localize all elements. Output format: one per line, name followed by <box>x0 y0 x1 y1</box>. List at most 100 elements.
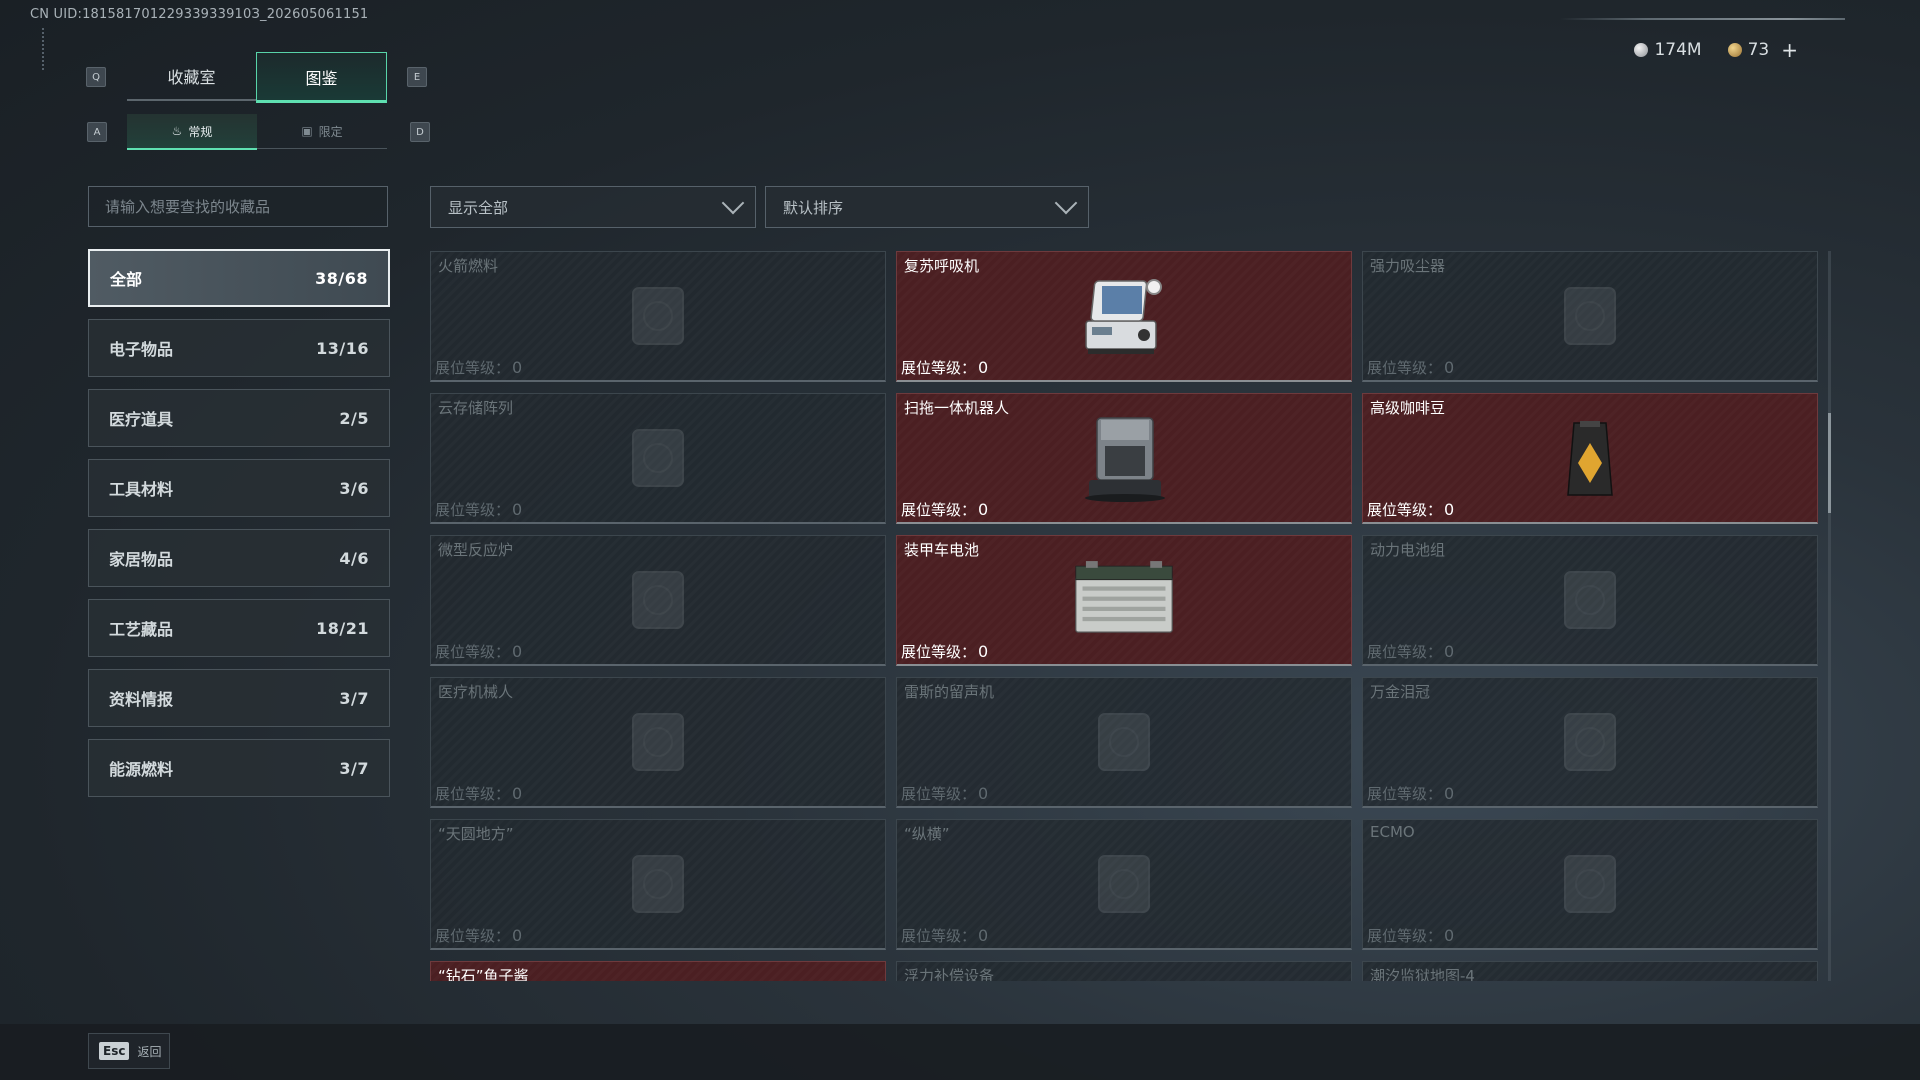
gramophone-icon <box>1069 696 1179 788</box>
collection-card[interactable]: 动力电池组展位等级： 0 <box>1362 535 1818 666</box>
filter-dropdown[interactable]: 显示全部 <box>430 186 756 228</box>
main-tabs: 收藏室 图鉴 <box>127 52 387 103</box>
sort-dropdown-label: 默认排序 <box>783 198 844 217</box>
back-button[interactable]: Esc 返回 <box>88 1033 170 1069</box>
level-value: 0 <box>978 926 989 945</box>
chevron-down-icon <box>721 191 745 215</box>
category-count: 2/5 <box>339 408 369 428</box>
medical-robot-icon <box>603 696 713 788</box>
category-all[interactable]: 全部 38/68 <box>88 249 390 307</box>
level-label: 展位等级： <box>1367 785 1443 803</box>
collection-card[interactable]: 装甲车电池 展位等级： 0 <box>896 535 1352 666</box>
level-label: 展位等级： <box>901 501 977 519</box>
category-household[interactable]: 家居物品 4/6 <box>88 529 390 587</box>
item-name: 动力电池组 <box>1370 541 1446 559</box>
item-level: 展位等级： 0 <box>1367 641 1454 662</box>
item-level: 展位等级： 0 <box>1367 499 1454 520</box>
level-value: 0 <box>1444 500 1455 519</box>
item-name: 扫拖一体机器人 <box>904 399 1010 417</box>
battery-pack-icon <box>1535 554 1645 646</box>
subtab-regular[interactable]: ♨ 常规 <box>127 114 257 150</box>
category-count: 18/21 <box>316 618 369 638</box>
esc-key-icon: Esc <box>99 1042 130 1060</box>
level-value: 0 <box>512 926 523 945</box>
item-level: 展位等级： 0 <box>1367 783 1454 804</box>
sort-dropdown[interactable]: 默认排序 <box>765 186 1089 228</box>
item-name: 强力吸尘器 <box>1370 257 1446 275</box>
level-label: 展位等级： <box>901 927 977 945</box>
level-label: 展位等级： <box>435 785 511 803</box>
bcd-icon <box>1069 980 1179 981</box>
category-label: 工具材料 <box>109 480 174 499</box>
collection-card[interactable]: 雷斯的留声机 展位等级： 0 <box>896 677 1352 808</box>
collection-card[interactable]: 强力吸尘器展位等级： 0 <box>1362 251 1818 382</box>
storage-array-icon <box>603 412 713 504</box>
item-level: 展位等级： 0 <box>435 499 522 520</box>
level-value: 0 <box>978 784 989 803</box>
reactor-icon <box>603 554 713 646</box>
category-count: 3/7 <box>339 758 369 778</box>
item-name: 复苏呼吸机 <box>904 257 980 275</box>
fuel-canister-icon <box>603 270 713 362</box>
category-count: 3/7 <box>339 688 369 708</box>
collection-card[interactable]: 潮汐监狱地图-4 <box>1362 961 1818 981</box>
decorative-line <box>1560 18 1845 20</box>
level-label: 展位等级： <box>1367 927 1443 945</box>
category-crafts[interactable]: 工艺藏品 18/21 <box>88 599 390 657</box>
globe-artifact-icon <box>603 838 713 930</box>
grid-scrollbar[interactable] <box>1828 251 1831 981</box>
item-level: 展位等级： 0 <box>435 641 522 662</box>
add-currency-button[interactable]: + <box>1781 38 1798 62</box>
scrollbar-thumb[interactable] <box>1828 413 1831 513</box>
sub-tabs: ♨ 常规 ▣ 限定 <box>127 114 387 150</box>
currency-bar: 174M 73 + <box>1634 38 1798 62</box>
level-value: 0 <box>978 358 989 377</box>
collection-card[interactable]: 万金泪冠 展位等级： 0 <box>1362 677 1818 808</box>
collection-card[interactable]: 微型反应炉展位等级： 0 <box>430 535 886 666</box>
category-list: 全部 38/68 电子物品 13/16 医疗道具 2/5 工具材料 3/6 家居… <box>88 249 390 809</box>
key-hint-e[interactable]: E <box>407 67 427 87</box>
category-tools[interactable]: 工具材料 3/6 <box>88 459 390 517</box>
item-level: 展位等级： 0 <box>1367 925 1454 946</box>
category-label: 能源燃料 <box>109 760 174 779</box>
collection-card[interactable]: “钻石”鱼子酱 <box>430 961 886 981</box>
item-level: 展位等级： 0 <box>435 783 522 804</box>
search-input[interactable] <box>88 186 388 227</box>
caviar-icon <box>603 980 713 981</box>
key-hint-d[interactable]: D <box>410 122 430 142</box>
subtab-regular-label: 常规 <box>188 124 213 139</box>
item-name: 微型反应炉 <box>438 541 514 559</box>
key-hint-q[interactable]: Q <box>86 67 106 87</box>
bottom-bar <box>0 1024 1920 1080</box>
collection-card[interactable]: 高级咖啡豆 展位等级： 0 <box>1362 393 1818 524</box>
category-label: 全部 <box>110 270 143 289</box>
collection-card[interactable]: ECMO 展位等级： 0 <box>1362 819 1818 950</box>
level-label: 展位等级： <box>901 785 977 803</box>
collection-card[interactable]: 火箭燃料 展位等级： 0 <box>430 251 886 382</box>
level-value: 0 <box>1444 926 1455 945</box>
tab-collection-room[interactable]: 收藏室 <box>127 52 256 101</box>
level-value: 0 <box>1444 642 1455 661</box>
collection-card[interactable]: “纵横” 展位等级： 0 <box>896 819 1352 950</box>
tab-catalog[interactable]: 图鉴 <box>256 52 387 103</box>
collection-card[interactable]: “天圆地方” 展位等级： 0 <box>430 819 886 950</box>
category-electronics[interactable]: 电子物品 13/16 <box>88 319 390 377</box>
vacuum-cleaner-icon <box>1535 270 1645 362</box>
collection-card[interactable]: 扫拖一体机器人 展位等级： 0 <box>896 393 1352 524</box>
key-hint-a[interactable]: A <box>87 122 107 142</box>
item-name: 火箭燃料 <box>438 257 499 275</box>
subtab-limited[interactable]: ▣ 限定 <box>257 114 387 149</box>
crown-icon <box>1535 696 1645 788</box>
category-intel[interactable]: 资料情报 3/7 <box>88 669 390 727</box>
level-label: 展位等级： <box>901 643 977 661</box>
level-value: 0 <box>978 642 989 661</box>
ventilator-icon <box>1069 270 1179 362</box>
category-medical[interactable]: 医疗道具 2/5 <box>88 389 390 447</box>
collection-card[interactable]: 浮力补偿设备 <box>896 961 1352 981</box>
item-level: 展位等级： 0 <box>1367 357 1454 378</box>
collection-card[interactable]: 复苏呼吸机 展位等级： 0 <box>896 251 1352 382</box>
collection-card[interactable]: 云存储阵列 展位等级： 0 <box>430 393 886 524</box>
category-energy[interactable]: 能源燃料 3/7 <box>88 739 390 797</box>
collection-card[interactable]: 医疗机械人 展位等级： 0 <box>430 677 886 808</box>
silver-coin-icon <box>1634 43 1649 57</box>
